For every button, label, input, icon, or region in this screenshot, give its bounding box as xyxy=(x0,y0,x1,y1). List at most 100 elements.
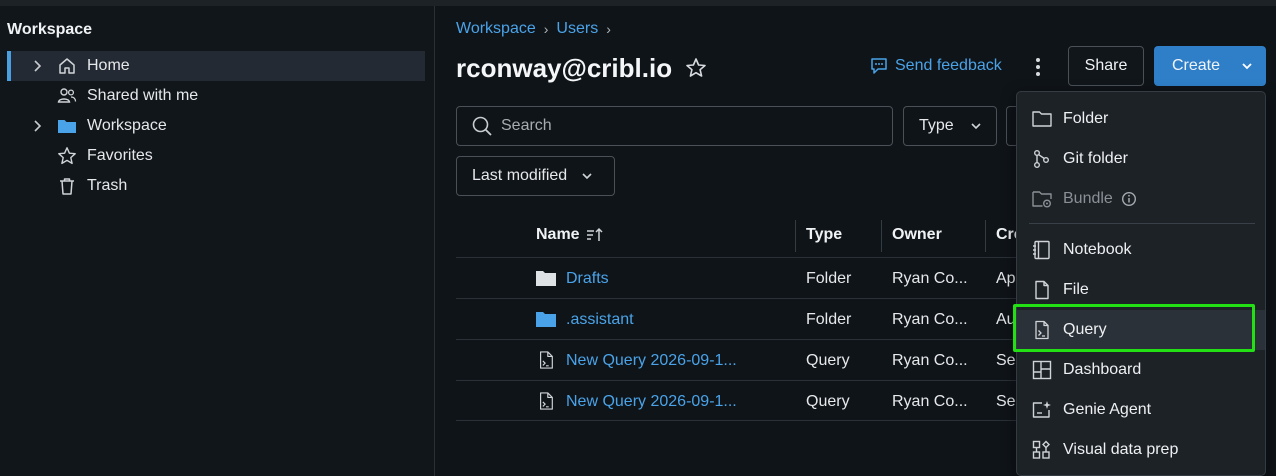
row-name-link[interactable]: .assistant xyxy=(566,311,634,329)
sidebar-item-trash[interactable]: Trash xyxy=(7,171,425,201)
row-type: Query xyxy=(806,352,850,369)
folder-outline-icon xyxy=(1032,111,1052,127)
breadcrumb-separator: › xyxy=(543,21,549,37)
breadcrumb-users[interactable]: Users xyxy=(556,20,598,38)
sidebar-item-label: Workspace xyxy=(87,117,167,134)
data-prep-icon xyxy=(1032,440,1050,459)
menu-item-label: Git folder xyxy=(1063,150,1128,167)
menu-item-label: Visual data prep xyxy=(1063,441,1179,458)
create-button[interactable]: Create xyxy=(1154,46,1266,86)
row-created: Se xyxy=(996,352,1016,369)
favorite-star-icon[interactable] xyxy=(684,56,708,80)
row-name-link[interactable]: New Query 2026-09-1... xyxy=(566,393,737,411)
search-box[interactable] xyxy=(456,106,893,146)
breadcrumb: Workspace › Users › xyxy=(456,20,611,38)
menu-item-notebook[interactable]: Notebook xyxy=(1017,230,1265,270)
menu-item-dashboard[interactable]: Dashboard xyxy=(1017,350,1265,390)
query-icon xyxy=(540,351,553,369)
git-icon xyxy=(1034,150,1049,168)
more-options-icon[interactable] xyxy=(1027,54,1049,80)
type-filter-dropdown[interactable]: Type xyxy=(903,106,997,146)
notebook-icon xyxy=(1033,240,1050,260)
chevron-right-icon[interactable] xyxy=(31,118,45,134)
folder-icon xyxy=(58,120,76,133)
folder-icon xyxy=(536,312,556,327)
chevron-down-icon xyxy=(971,123,981,130)
info-icon[interactable] xyxy=(1121,191,1137,207)
menu-item-label: File xyxy=(1063,281,1089,298)
row-type: Query xyxy=(806,393,850,410)
sort-ascending-icon[interactable] xyxy=(586,227,604,243)
type-filter-label: Type xyxy=(919,117,954,134)
sidebar-item-label: Trash xyxy=(87,177,128,194)
table-row[interactable]: New Query 2026-09-1... Query Ryan Co... … xyxy=(456,380,1016,421)
column-header-type[interactable]: Type xyxy=(806,226,842,244)
row-created: Au xyxy=(996,311,1016,328)
query-icon xyxy=(1035,320,1049,340)
sidebar-item-label: Home xyxy=(87,57,130,74)
row-name-link[interactable]: Drafts xyxy=(566,270,609,288)
column-divider[interactable] xyxy=(881,220,882,252)
sidebar-item-shared[interactable]: Shared with me xyxy=(7,81,425,111)
sort-dropdown[interactable]: Last modified xyxy=(456,156,615,196)
menu-item-folder[interactable]: Folder xyxy=(1017,99,1265,139)
menu-item-bundle: Bundle xyxy=(1017,179,1265,219)
sidebar-item-favorites[interactable]: Favorites xyxy=(7,141,425,171)
column-header-owner[interactable]: Owner xyxy=(892,226,942,244)
row-owner: Ryan Co... xyxy=(892,270,968,287)
table-row[interactable]: .assistant Folder Ryan Co... Au xyxy=(456,298,1016,339)
row-name-link[interactable]: New Query 2026-09-1... xyxy=(566,352,737,370)
chevron-right-icon[interactable] xyxy=(31,58,45,74)
dashboard-icon xyxy=(1032,360,1052,380)
menu-item-label: Folder xyxy=(1063,110,1109,127)
share-button[interactable]: Share xyxy=(1068,46,1144,86)
row-created: Ap xyxy=(996,270,1016,287)
query-icon xyxy=(540,392,553,410)
menu-item-genie-agent[interactable]: Genie Agent xyxy=(1017,390,1265,430)
row-type: Folder xyxy=(806,311,852,328)
sidebar-item-home[interactable]: Home xyxy=(7,51,425,81)
menu-item-label: Bundle xyxy=(1063,190,1113,207)
sidebar-item-label: Shared with me xyxy=(87,87,199,104)
sidebar-title: Workspace xyxy=(7,21,93,38)
search-input[interactable] xyxy=(501,117,881,135)
chat-bubble-icon xyxy=(871,58,887,74)
sidebar: Workspace Home Shared with me Workspace … xyxy=(0,6,435,476)
users-icon xyxy=(57,88,77,103)
trash-icon xyxy=(60,178,74,195)
chevron-down-icon xyxy=(1242,63,1252,70)
column-header-name[interactable]: Name xyxy=(536,226,604,244)
file-icon xyxy=(1035,280,1049,300)
genie-icon xyxy=(1032,401,1051,418)
row-created: Se xyxy=(996,393,1016,410)
menu-item-git-folder[interactable]: Git folder xyxy=(1017,139,1265,179)
column-divider[interactable] xyxy=(795,220,796,252)
menu-item-file[interactable]: File xyxy=(1017,270,1265,310)
star-icon xyxy=(58,147,76,165)
breadcrumb-workspace[interactable]: Workspace xyxy=(456,20,536,38)
row-type: Folder xyxy=(806,270,852,287)
table-row[interactable]: New Query 2026-09-1... Query Ryan Co... … xyxy=(456,339,1016,380)
create-menu: Folder Git folder Bundle Notebook File Q… xyxy=(1016,91,1266,476)
row-owner: Ryan Co... xyxy=(892,352,968,369)
send-feedback-label: Send feedback xyxy=(895,57,1002,74)
page-title: rconway@cribl.io xyxy=(456,53,673,83)
menu-item-label: Genie Agent xyxy=(1063,401,1152,418)
sort-label: Last modified xyxy=(472,167,568,184)
bundle-icon xyxy=(1032,191,1052,208)
breadcrumb-separator: › xyxy=(606,21,611,37)
create-button-label: Create xyxy=(1172,57,1221,74)
sidebar-item-workspace[interactable]: Workspace xyxy=(7,111,425,141)
search-icon xyxy=(472,116,492,136)
column-divider[interactable] xyxy=(985,220,986,252)
menu-item-label: Notebook xyxy=(1063,241,1132,258)
send-feedback-link[interactable]: Send feedback xyxy=(869,56,1002,76)
table-row[interactable]: Drafts Folder Ryan Co... Ap xyxy=(456,257,1016,298)
menu-item-visual-data-prep[interactable]: Visual data prep xyxy=(1017,430,1265,470)
menu-item-label: Query xyxy=(1063,321,1107,338)
menu-item-query[interactable]: Query xyxy=(1017,310,1265,350)
column-header-label: Name xyxy=(536,226,580,243)
menu-divider xyxy=(1029,223,1255,224)
home-icon xyxy=(59,58,75,74)
folder-icon xyxy=(536,271,556,286)
